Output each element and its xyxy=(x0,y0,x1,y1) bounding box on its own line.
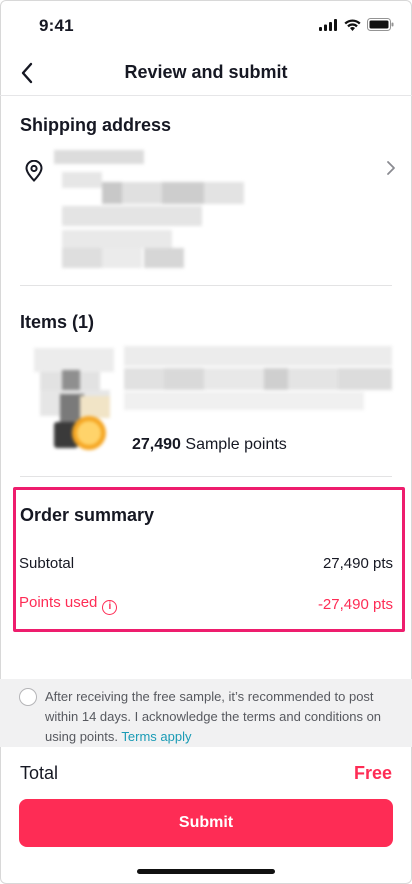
order-summary-title: Order summary xyxy=(20,505,155,525)
total-label: Total xyxy=(20,763,59,783)
subtotal-label: Subtotal xyxy=(19,555,75,572)
status-icons xyxy=(319,18,394,31)
status-time: 9:41 xyxy=(39,16,74,35)
total-value: Free xyxy=(353,763,392,783)
terms-notice-body: After receiving the free sample, it’s re… xyxy=(45,689,382,744)
product-name-blurred xyxy=(124,346,392,416)
terms-notice-text: After receiving the free sample, it’s re… xyxy=(45,687,385,747)
subtotal-row: Subtotal 27,490 pts xyxy=(19,555,393,572)
chevron-right-icon xyxy=(387,161,395,175)
item-points-value: 27,490 xyxy=(132,436,181,453)
points-used-value: -27,490 pts xyxy=(317,596,393,613)
info-icon[interactable]: i xyxy=(102,600,118,615)
subtotal-value: 27,490 pts xyxy=(322,555,393,572)
divider xyxy=(20,476,392,477)
item-points: 27,490 Sample points xyxy=(132,436,287,454)
points-used-label-wrap: Points used i xyxy=(19,594,118,615)
submit-button[interactable]: Submit xyxy=(19,799,393,847)
divider xyxy=(20,285,392,286)
home-indicator xyxy=(137,869,275,874)
item-points-unit: Sample points xyxy=(185,436,287,453)
signal-icon xyxy=(319,18,337,31)
nav-bar: Review and submit xyxy=(0,50,412,96)
points-used-row: Points used i -27,490 pts xyxy=(19,594,393,615)
location-pin-icon xyxy=(25,160,43,182)
points-used-label: Points used xyxy=(19,594,98,611)
page-title: Review and submit xyxy=(124,62,288,82)
terms-apply-link[interactable]: Terms apply xyxy=(121,729,191,744)
shipping-address-title: Shipping address xyxy=(20,115,172,135)
terms-notice: After receiving the free sample, it’s re… xyxy=(0,679,412,747)
battery-icon xyxy=(367,18,394,31)
product-thumbnail xyxy=(20,342,120,454)
terms-acknowledge-radio[interactable] xyxy=(19,688,37,706)
status-bar: 9:41 xyxy=(0,0,412,50)
shipping-address-blurred xyxy=(54,150,254,270)
wifi-icon xyxy=(344,18,361,31)
items-title: Items (1) xyxy=(20,312,95,332)
